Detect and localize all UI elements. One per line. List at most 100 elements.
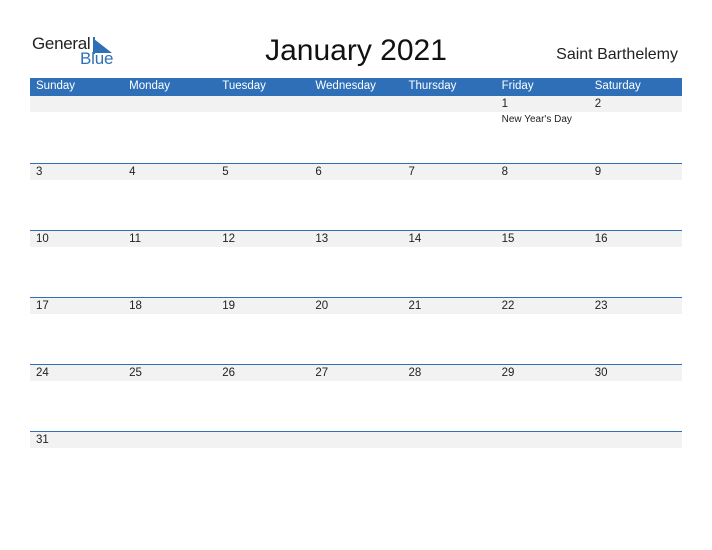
week-cells: 3 4 5 6 7 8 9	[30, 164, 682, 224]
day-number: 21	[408, 300, 422, 312]
day-cell	[123, 96, 216, 156]
day-cell: 6	[309, 164, 402, 224]
day-number: 7	[408, 166, 415, 178]
day-cell: 9	[589, 164, 682, 224]
week-cells: 24 25 26 27 28 29 30	[30, 365, 682, 425]
weekday-thursday: Thursday	[408, 80, 457, 92]
day-cell: 21	[403, 298, 496, 358]
day-cell: 24	[30, 365, 123, 425]
day-cell: 31	[30, 432, 123, 492]
week-cells: 10 11 12 13 14 15 16	[30, 231, 682, 291]
day-number: 9	[594, 166, 602, 178]
day-cell	[496, 432, 589, 492]
day-number	[315, 97, 402, 112]
holiday-label: New Year's Day	[501, 114, 572, 125]
day-cell	[30, 96, 123, 156]
day-number: 17	[36, 300, 49, 312]
day-number: 28	[408, 367, 422, 379]
day-number	[129, 433, 216, 448]
day-cell: 26	[216, 365, 309, 425]
day-number: 4	[129, 166, 136, 178]
day-number	[595, 433, 682, 448]
day-cell	[216, 96, 309, 156]
week-row: 24 25 26 27 28 29 30	[30, 364, 682, 431]
day-cell: 18	[123, 298, 216, 358]
day-number	[129, 97, 216, 112]
calendar-grid: Sunday Monday Tuesday Wednesday Thursday Frid…	[30, 78, 682, 498]
day-number: 20	[315, 300, 329, 312]
day-number	[409, 97, 496, 112]
country-name: Saint Barthelemy	[556, 46, 678, 63]
day-cell	[216, 432, 309, 492]
day-number: 6	[315, 166, 322, 178]
day-number: 11	[129, 233, 142, 245]
day-cell	[309, 96, 402, 156]
day-number: 3	[36, 166, 43, 178]
day-number: 26	[222, 367, 236, 379]
day-number: 24	[36, 367, 49, 379]
week-cells: 17 18 19 20 21 22 23	[30, 298, 682, 358]
day-number: 13	[315, 233, 329, 245]
day-number: 16	[594, 233, 608, 245]
week-row: 31	[30, 431, 682, 498]
day-number: 5	[222, 166, 229, 178]
week-cells: 1 New Year's Day 2	[30, 96, 682, 156]
day-number: 30	[594, 367, 608, 379]
day-number: 18	[129, 300, 142, 312]
day-number	[36, 97, 123, 112]
day-cell: 14	[403, 231, 496, 291]
day-number	[315, 433, 402, 448]
day-cell: 7	[403, 164, 496, 224]
day-cell: 22	[496, 298, 589, 358]
day-cell: 17	[30, 298, 123, 358]
day-cell: 19	[216, 298, 309, 358]
weekday-saturday: Saturday	[594, 80, 641, 92]
day-number: 12	[222, 233, 236, 245]
day-number: 8	[501, 166, 509, 178]
day-cell: 3	[30, 164, 123, 224]
weekday-header: Sunday Monday Tuesday Wednesday Thursday Frid…	[30, 78, 682, 96]
week-row: 17 18 19 20 21 22 23	[30, 297, 682, 364]
day-cell: 8	[496, 164, 589, 224]
day-number	[409, 433, 496, 448]
weekday-friday: Friday	[501, 80, 534, 92]
day-cell: 11	[123, 231, 216, 291]
week-cells: 31	[30, 432, 682, 492]
day-cell	[403, 96, 496, 156]
week-row: 10 11 12 13 14 15 16	[30, 230, 682, 297]
day-number: 1	[501, 98, 509, 110]
week-row: 3 4 5 6 7 8 9	[30, 163, 682, 230]
day-cell: 4	[123, 164, 216, 224]
day-number	[222, 433, 309, 448]
day-cell: 15	[496, 231, 589, 291]
day-number: 2	[594, 98, 602, 110]
day-cell	[123, 432, 216, 492]
day-number: 10	[36, 233, 49, 245]
day-number: 23	[594, 300, 608, 312]
day-cell: 2	[589, 96, 682, 156]
day-cell: 12	[216, 231, 309, 291]
day-number: 19	[222, 300, 236, 312]
day-cell: 16	[589, 231, 682, 291]
day-cell: 10	[30, 231, 123, 291]
weeks-container: 1 New Year's Day 2 3 4 5 6 7 8 9 10 11 12 13 14 15 16 17 1…	[30, 96, 682, 498]
weekday-tuesday: Tuesday	[222, 80, 266, 92]
day-number: 31	[36, 434, 49, 446]
day-number: 29	[501, 367, 515, 379]
day-cell: 5	[216, 164, 309, 224]
weekday-wednesday: Wednesday	[315, 80, 376, 92]
day-cell: 29	[496, 365, 589, 425]
day-cell: 30	[589, 365, 682, 425]
day-number: 15	[501, 233, 515, 245]
day-cell	[309, 432, 402, 492]
day-cell: 23	[589, 298, 682, 358]
day-number	[222, 97, 309, 112]
day-number: 27	[315, 367, 329, 379]
day-number: 14	[408, 233, 422, 245]
weekday-sunday: Sunday	[36, 80, 76, 92]
day-cell	[403, 432, 496, 492]
day-cell: 1 New Year's Day	[496, 96, 589, 156]
day-cell: 13	[309, 231, 402, 291]
day-number: 22	[501, 300, 515, 312]
day-cell: 20	[309, 298, 402, 358]
